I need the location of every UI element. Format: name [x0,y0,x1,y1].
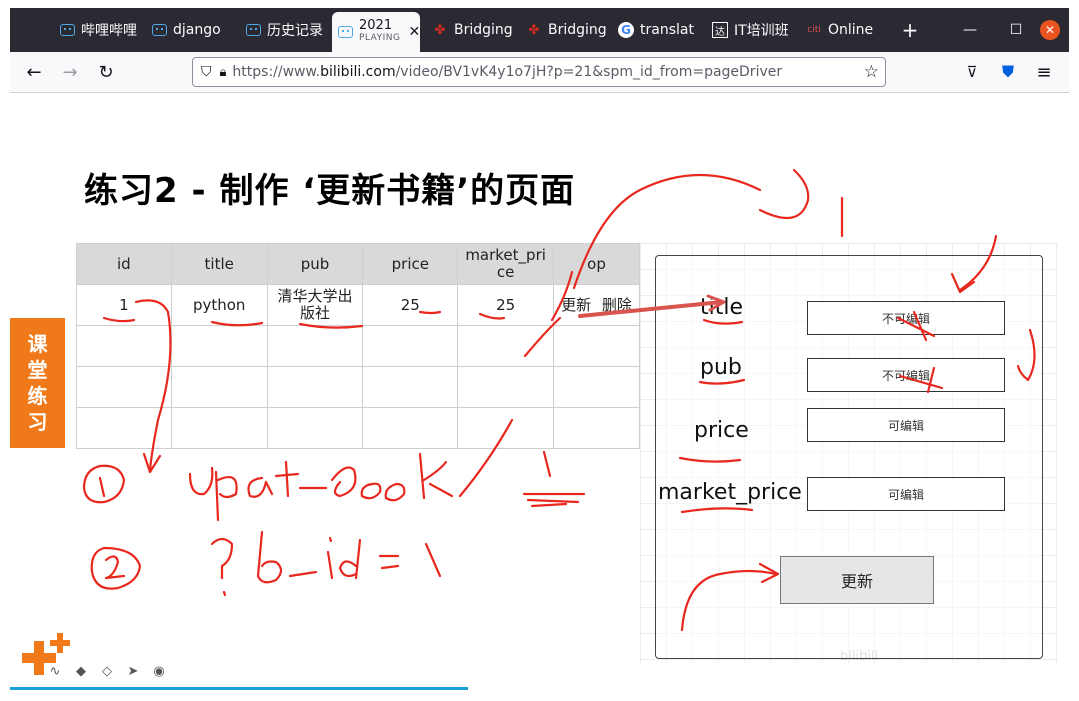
tab-it-training[interactable]: 达 IT培训班 [712,8,796,52]
column-header-id: id [76,243,172,285]
column-header-op: op [553,243,640,285]
tab-active-video[interactable]: 2021 PLAYING ✕ [332,12,420,52]
cell-price: 25 [362,284,459,326]
bilibili-icon [338,26,353,38]
url-text[interactable]: https://www.bilibili.com/video/BV1vK4y1o… [232,64,782,80]
table-row [76,407,640,449]
form-field-title: 不可编辑 [807,301,1005,335]
pen-icon[interactable]: ∿ [44,660,66,682]
form-field-pub: 不可编辑 [807,358,1005,392]
tab-bridging-1[interactable]: ✤ Bridging [432,8,516,52]
tab-bar: 哔哩哔哩 django 历史记录 2021 PLAYING ✕ ✤ Bridgi… [10,8,1069,52]
table-row [76,366,640,408]
tab-label: Online [828,22,874,38]
address-bar[interactable]: ⛉ 🔒︎ https://www.bilibili.com/video/BV1v… [192,57,886,87]
watermark: bilibili [840,649,879,664]
pen-toolbar: ∿ ◆ ◇ ➤ ◉ [44,651,174,691]
tab-online[interactable]: citi Online [806,8,886,52]
form-field-market-price: 可编辑 [807,477,1005,511]
video-frame[interactable]: 练习2 - 制作 ‘更新书籍’的页面 课 堂 练 习 id title pub … [10,93,1069,690]
delete-link: 删除 [601,295,632,314]
tab-label: translat [640,22,694,38]
slide-title: 练习2 - 制作 ‘更新书籍’的页面 [84,171,576,211]
update-link: 更新 [561,295,592,314]
column-header-price: price [362,243,459,285]
video-progress-bar[interactable] [10,687,468,690]
tab-label: 哔哩哔哩 [81,23,137,39]
pocket-icon[interactable]: ⊽ [962,62,982,82]
table-header-row: id title pub price market_price op [76,243,640,285]
cursor-icon[interactable]: ➤ [122,660,144,682]
eraser-icon[interactable]: ◇ [96,660,118,682]
highlighter-icon[interactable]: ◆ [70,660,92,682]
cell-market-price: 25 [457,284,554,326]
bilibili-icon [60,24,75,36]
bilibili-icon [152,24,167,36]
tab-bridging-2[interactable]: ✤ Bridging [526,8,608,52]
reload-icon[interactable]: ↻ [96,62,116,83]
table-row: 1 python 清华大学出版社 25 25 更新 删除 [76,284,640,326]
bookmark-star-icon[interactable]: ☆ [864,62,879,82]
bilibili-icon [246,24,261,36]
cell-op: 更新 删除 [553,284,640,326]
cell-id: 1 [76,284,172,326]
column-header-pub: pub [266,243,364,285]
citi-icon: citi [807,25,821,35]
da-icon: 达 [712,22,728,38]
record-icon[interactable]: ◉ [148,660,170,682]
tab-bilibili-home[interactable]: 哔哩哔哩 [60,8,140,52]
back-arrow-icon[interactable]: ← [24,62,44,83]
tab-label: Bridging [548,22,607,38]
table-row [76,325,640,367]
tab-label: 2021 [359,18,393,33]
tab-django[interactable]: django [152,8,234,52]
maximize-icon[interactable]: ☐ [1006,20,1026,40]
column-header-market-price: market_price [457,243,554,285]
maple-leaf-icon: ✤ [434,22,446,38]
tab-label: 历史记录 [267,23,323,39]
maple-leaf-icon: ✤ [528,22,540,38]
tab-label: Bridging [454,22,513,38]
form-label-pub: pub [700,355,742,380]
new-tab-button[interactable]: + [900,8,920,52]
window-close-icon[interactable]: ✕ [1040,20,1060,40]
cell-pub: 清华大学出版社 [266,284,364,326]
tab-translate[interactable]: G translat [618,8,700,52]
form-update-button: 更新 [780,556,934,604]
form-field-price: 可编辑 [807,408,1005,442]
forward-arrow-icon[interactable]: → [60,62,80,83]
tab-playing-label: PLAYING [359,33,401,43]
shield-icon[interactable]: ⛉ [201,64,212,80]
books-table: id title pub price market_price op 1 pyt… [76,243,640,449]
plus-logo-small-icon [50,633,70,653]
nav-bar: ← → ↻ ⛉ 🔒︎ https://www.bilibili.com/vide… [10,52,1069,93]
form-label-price: price [694,418,749,443]
form-label-market-price: market_price [658,480,802,505]
extension-icon[interactable]: ⛊ [998,62,1018,82]
column-header-title: title [170,243,268,285]
google-icon: G [618,22,634,38]
tab-label: django [173,22,221,38]
tab-label: IT培训班 [734,23,789,39]
lock-icon[interactable]: 🔒︎ [220,65,227,80]
form-label-title: title [700,295,744,320]
minimize-icon[interactable]: — [960,20,980,40]
cell-title: python [170,284,268,326]
side-label-practice: 课 堂 练 习 [10,318,65,448]
menu-hamburger-icon[interactable]: ≡ [1034,62,1054,83]
close-tab-icon[interactable]: ✕ [408,24,420,40]
tab-history[interactable]: 历史记录 [246,8,326,52]
